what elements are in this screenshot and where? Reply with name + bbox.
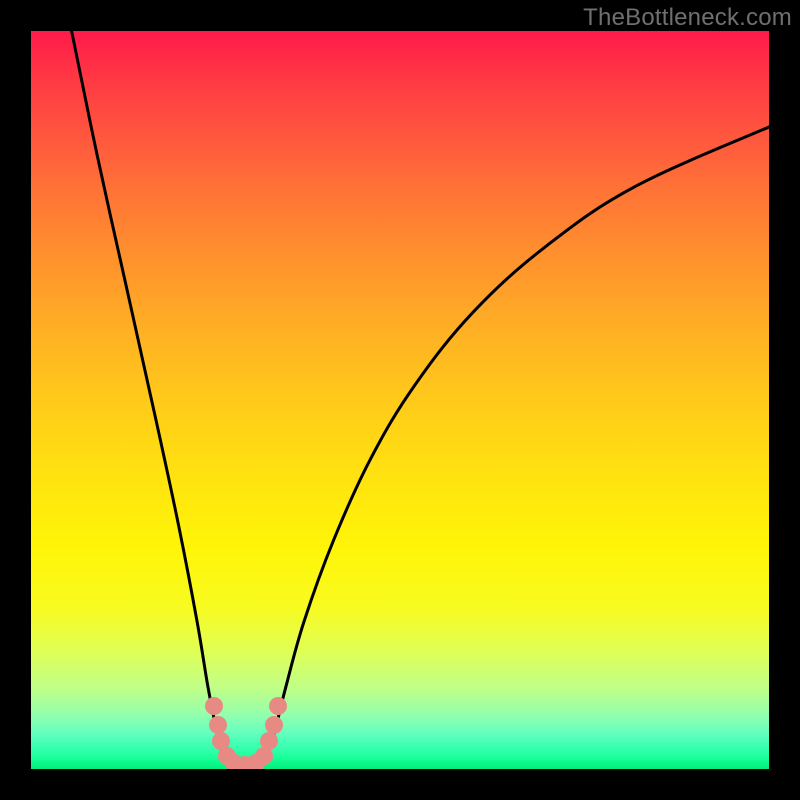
curve-marker [260,732,278,750]
watermark-text: TheBottleneck.com [583,4,792,32]
plot-area [31,31,769,769]
curve-marker [209,716,227,734]
bottleneck-curve [72,31,769,767]
curve-marker [269,697,287,715]
curve-marker [265,716,283,734]
curve-layer [31,31,769,769]
curve-marker [205,697,223,715]
chart-frame: TheBottleneck.com [0,0,800,800]
